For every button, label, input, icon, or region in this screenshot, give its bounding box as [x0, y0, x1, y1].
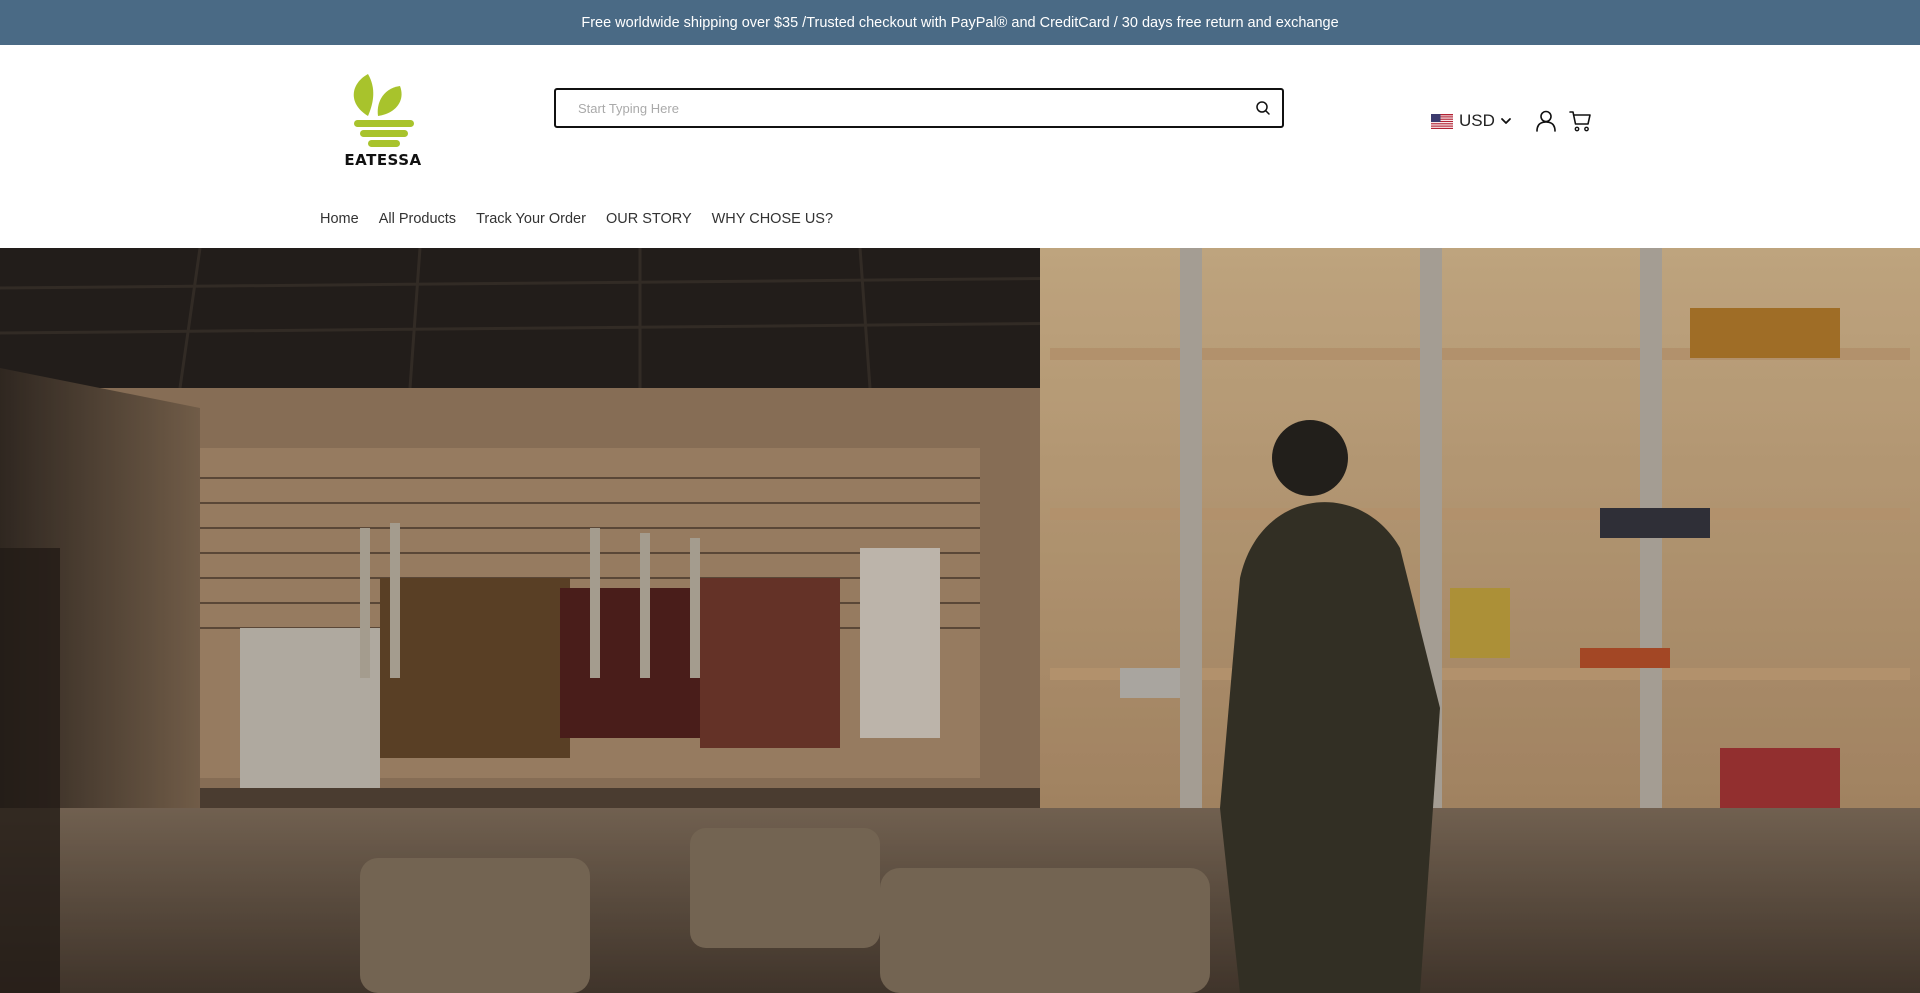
brand-name: EATESSA [344, 151, 422, 169]
nav-item-why-chose-us[interactable]: WHY CHOSE US? [712, 211, 833, 227]
currency-selector[interactable]: USD [1431, 111, 1512, 131]
user-icon[interactable] [1535, 109, 1557, 133]
site-header: EATESSA USD H [0, 45, 1920, 248]
currency-code: USD [1459, 111, 1495, 130]
us-flag-icon [1431, 113, 1453, 129]
main-nav: Home All Products Track Your Order OUR S… [320, 211, 853, 227]
store-interior-image [0, 248, 1920, 993]
hero-banner[interactable] [0, 248, 1920, 993]
announcement-bar: Free worldwide shipping over $35 /Truste… [0, 0, 1920, 45]
brand-logo[interactable]: EATESSA [340, 70, 426, 170]
nav-item-all-products[interactable]: All Products [379, 211, 456, 227]
nav-item-home[interactable]: Home [320, 211, 359, 227]
nav-item-our-story[interactable]: OUR STORY [606, 211, 692, 227]
leaf-logo-icon [353, 74, 414, 147]
search-bar [554, 88, 1284, 128]
nav-item-track-order[interactable]: Track Your Order [476, 211, 586, 227]
cart-icon[interactable] [1569, 109, 1592, 133]
announcement-text: Free worldwide shipping over $35 /Truste… [581, 14, 1339, 31]
chevron-down-icon [1501, 118, 1511, 124]
search-icon[interactable] [1254, 99, 1272, 117]
search-input[interactable] [556, 90, 1236, 126]
